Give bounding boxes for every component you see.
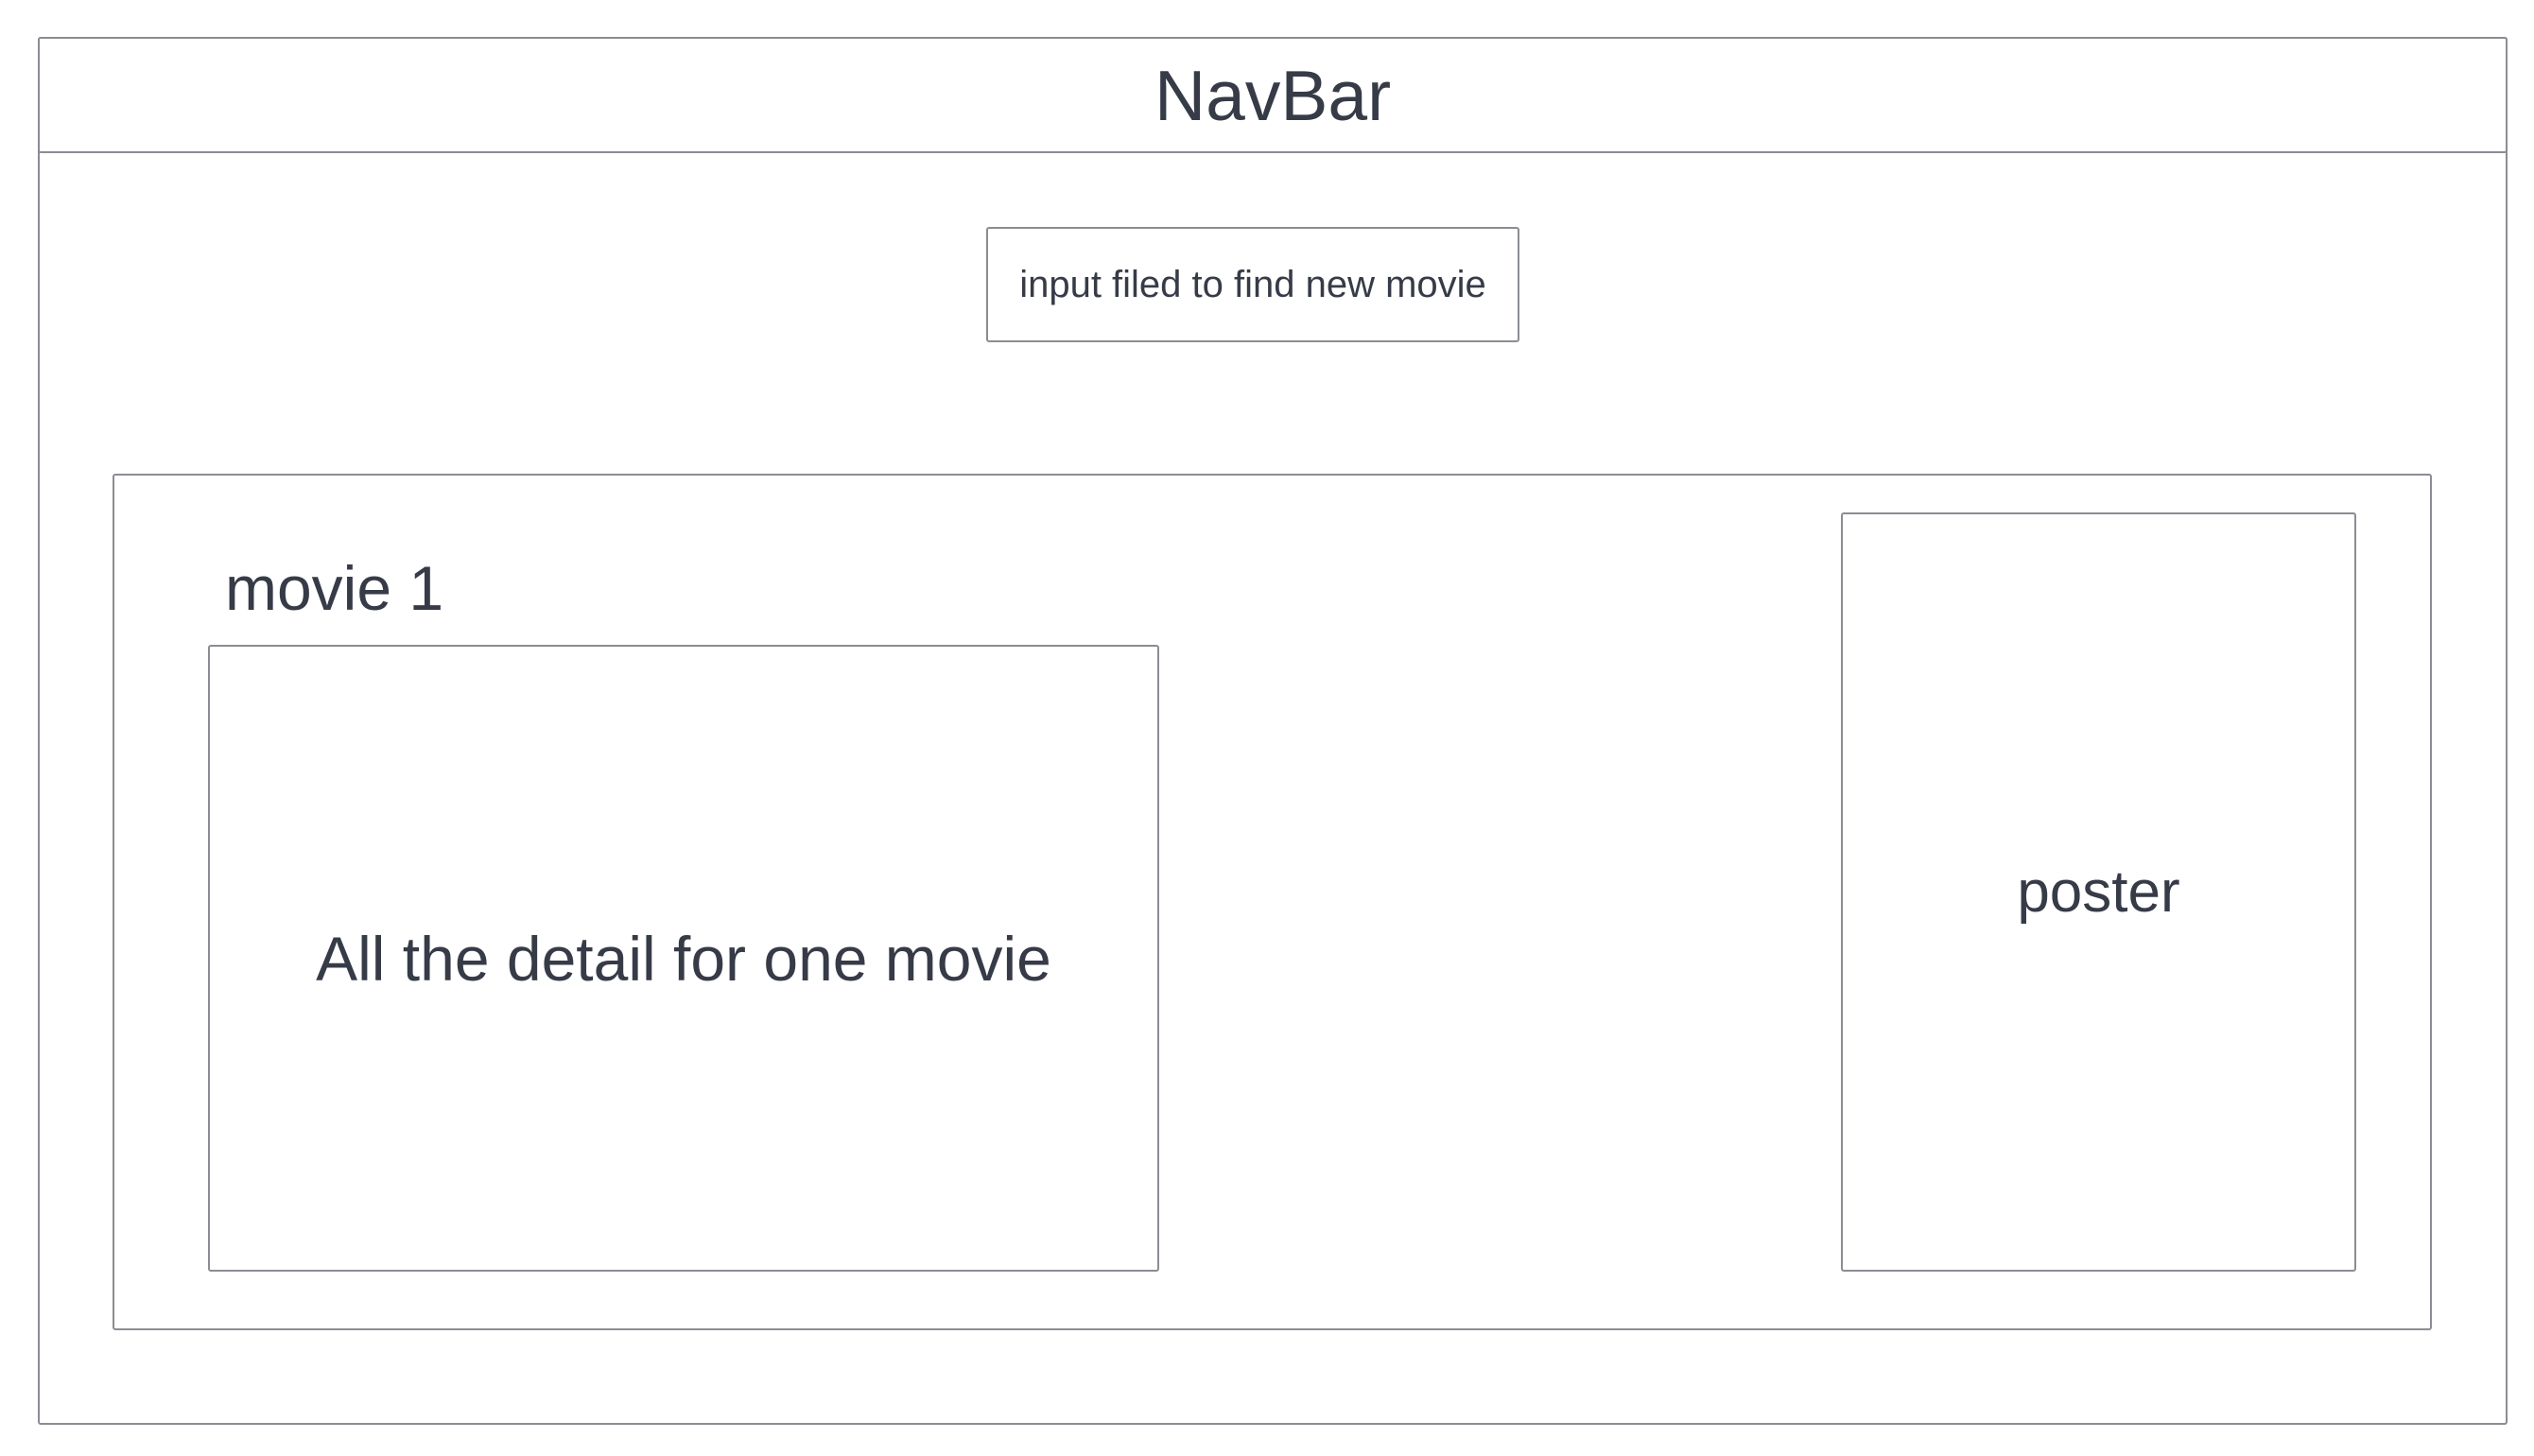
movie-detail-label: All the detail for one movie xyxy=(316,923,1051,994)
movie-title: movie 1 xyxy=(225,553,444,623)
movie-poster-label: poster xyxy=(2017,859,2180,925)
movie-poster: poster xyxy=(1841,512,2356,1272)
movie-detail-panel: All the detail for one movie xyxy=(208,645,1159,1272)
search-input-label: input filed to find new movie xyxy=(1019,263,1486,305)
navbar-label: NavBar xyxy=(1154,55,1392,135)
navbar: NavBar xyxy=(38,37,2508,153)
search-input[interactable]: input filed to find new movie xyxy=(986,227,1519,342)
